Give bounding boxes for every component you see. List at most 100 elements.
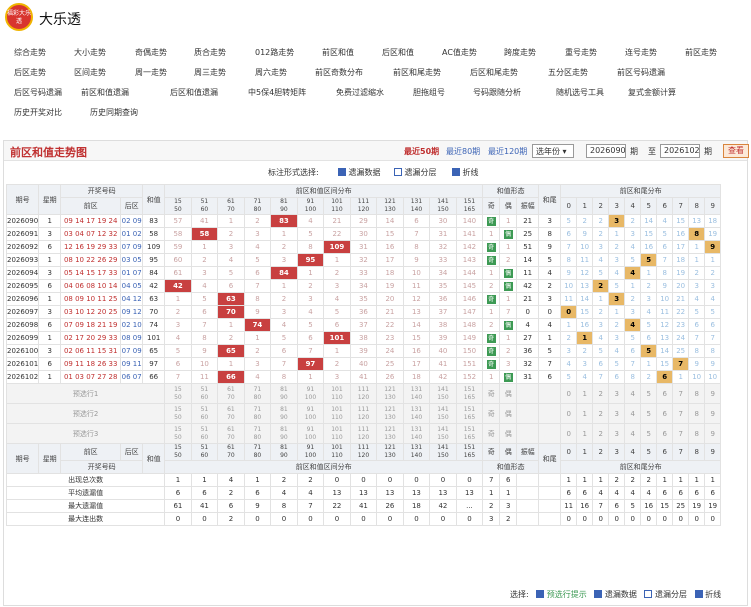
nav-link[interactable]: AC值走势 <box>442 47 477 58</box>
opt-omit-layer[interactable]: 遗漏分层 <box>394 167 437 178</box>
nav-link[interactable]: 012路走势 <box>255 47 294 58</box>
nav-link[interactable]: 后区号码遗漏 <box>14 87 62 98</box>
nav-link[interactable]: 连号走势 <box>625 47 657 58</box>
from-period-input[interactable]: 2026090 <box>586 144 626 158</box>
preselect-range[interactable]: 81 90 <box>270 383 298 404</box>
footer-opt[interactable]: 预选行提示 <box>536 589 587 599</box>
year-select[interactable]: 选年份 ▾ <box>532 144 574 158</box>
preselect-tail-digit[interactable]: 8 <box>688 383 706 404</box>
nav-link[interactable]: 中5保4胆转矩阵 <box>248 87 306 98</box>
preselect-range[interactable]: 61 70 <box>217 383 245 404</box>
preselect-range[interactable]: 111 120 <box>349 383 378 404</box>
preselect-range[interactable]: 121 130 <box>376 383 404 404</box>
preselect-tail-digit[interactable]: 8 <box>688 403 706 424</box>
preselect-even[interactable]: 偶 <box>499 423 518 444</box>
period-50-link[interactable]: 最近50期 <box>404 146 439 157</box>
preselect-tail-digit[interactable]: 6 <box>656 403 674 424</box>
preselect-range[interactable]: 15 50 <box>164 403 192 424</box>
preselect-range[interactable]: 111 120 <box>349 403 378 424</box>
nav-link[interactable]: 后区走势 <box>14 67 46 78</box>
preselect-range[interactable]: 151 165 <box>455 423 484 444</box>
opt-polyline[interactable]: 折线 <box>452 167 479 178</box>
nav-link[interactable]: 号码跟随分析 <box>473 87 521 98</box>
preselect-tail-digit[interactable]: 2 <box>592 423 610 444</box>
nav-link[interactable]: 五分区走势 <box>548 67 588 78</box>
preselect-tail-digit[interactable]: 3 <box>608 403 626 424</box>
preselect-range[interactable]: 81 90 <box>270 423 298 444</box>
preselect-range[interactable]: 91 100 <box>296 383 325 404</box>
preselect-range[interactable]: 141 150 <box>429 383 457 404</box>
preselect-even[interactable]: 偶 <box>499 403 518 424</box>
preselect-range[interactable]: 101 110 <box>323 403 351 424</box>
nav-link[interactable]: 免费过滤缩水 <box>336 87 384 98</box>
preselect-odd[interactable]: 奇 <box>482 403 501 424</box>
preselect-range[interactable]: 91 100 <box>296 423 325 444</box>
preselect-range[interactable]: 71 80 <box>243 423 272 444</box>
preselect-range[interactable]: 151 165 <box>455 403 484 424</box>
footer-opt[interactable]: 遗漏数据 <box>594 589 637 599</box>
preselect-range[interactable]: 141 150 <box>429 423 457 444</box>
nav-link[interactable]: 前区和值 <box>322 47 354 58</box>
preselect-range[interactable]: 71 80 <box>243 403 272 424</box>
preselect-range[interactable]: 131 140 <box>402 403 431 424</box>
preselect-tail-digit[interactable]: 6 <box>656 383 674 404</box>
preselect-tail-digit[interactable]: 6 <box>656 423 674 444</box>
nav-link[interactable]: 大小走势 <box>74 47 106 58</box>
preselect-tail-digit[interactable]: 1 <box>576 403 594 424</box>
checkbox-icon[interactable] <box>394 167 402 176</box>
nav-link[interactable]: 区间走势 <box>74 67 106 78</box>
nav-link[interactable]: 质合走势 <box>194 47 226 58</box>
preselect-range[interactable]: 121 130 <box>376 423 404 444</box>
preselect-range[interactable]: 61 70 <box>217 423 245 444</box>
preselect-odd[interactable]: 奇 <box>482 423 501 444</box>
nav-link[interactable]: 重号走势 <box>565 47 597 58</box>
nav-link[interactable]: 周三走势 <box>194 67 226 78</box>
preselect-range[interactable]: 15 50 <box>164 423 192 444</box>
checkbox-icon[interactable] <box>594 589 603 598</box>
preselect-range[interactable]: 101 110 <box>323 383 351 404</box>
period-120-link[interactable]: 最近120期 <box>488 146 527 157</box>
period-80-link[interactable]: 最近80期 <box>446 146 480 157</box>
period-header[interactable]: 期号 <box>5 184 40 215</box>
nav-link[interactable]: 前区奇数分布 <box>315 67 363 78</box>
nav-link[interactable]: 奇偶走势 <box>135 47 167 58</box>
preselect-odd[interactable]: 奇 <box>482 383 501 404</box>
preselect-tail-digit[interactable]: 4 <box>624 403 642 424</box>
preselect-tail-digit[interactable]: 9 <box>704 423 722 444</box>
preselect-tail-digit[interactable]: 5 <box>640 423 658 444</box>
preselect-tail-digit[interactable]: 4 <box>624 423 642 444</box>
preselect-range[interactable]: 15 50 <box>164 383 192 404</box>
preselect-tail-digit[interactable]: 3 <box>608 423 626 444</box>
preselect-tail-digit[interactable]: 5 <box>640 403 658 424</box>
nav-link[interactable]: 前区号码遗漏 <box>617 67 665 78</box>
preselect-even[interactable]: 偶 <box>499 383 518 404</box>
footer-opt[interactable]: 折线 <box>694 589 721 599</box>
preselect-range[interactable]: 71 80 <box>243 383 272 404</box>
preselect-range[interactable]: 81 90 <box>270 403 298 424</box>
preselect-tail-digit[interactable]: 1 <box>576 423 594 444</box>
checkbox-icon[interactable] <box>694 589 703 598</box>
preselect-tail-digit[interactable]: 7 <box>672 383 690 404</box>
footer-opt[interactable]: 遗漏分层 <box>644 589 687 599</box>
preselect-tail-digit[interactable]: 5 <box>640 383 658 404</box>
nav-link[interactable]: 后区和尾走势 <box>470 67 518 78</box>
preselect-range[interactable]: 51 60 <box>190 403 219 424</box>
preselect-tail-digit[interactable]: 7 <box>672 423 690 444</box>
nav-link[interactable]: 后区和值 <box>382 47 414 58</box>
preselect-range[interactable]: 141 150 <box>429 403 457 424</box>
preselect-range[interactable]: 91 100 <box>296 403 325 424</box>
preselect-tail-digit[interactable]: 4 <box>624 383 642 404</box>
preselect-range[interactable]: 51 60 <box>190 423 219 444</box>
preselect-range[interactable]: 61 70 <box>217 403 245 424</box>
nav-link[interactable]: 随机选号工具 <box>556 87 604 98</box>
checkbox-icon[interactable] <box>452 167 460 176</box>
preselect-tail-digit[interactable]: 0 <box>560 423 578 444</box>
checkbox-icon[interactable] <box>644 589 653 598</box>
nav-link[interactable]: 前区和尾走势 <box>393 67 441 78</box>
preselect-tail-digit[interactable]: 7 <box>672 403 690 424</box>
preselect-tail-digit[interactable]: 1 <box>576 383 594 404</box>
checkbox-icon[interactable] <box>536 589 545 598</box>
preselect-tail-digit[interactable]: 0 <box>560 403 578 424</box>
nav-link[interactable]: 周六走势 <box>255 67 287 78</box>
nav-link[interactable]: 综合走势 <box>14 47 46 58</box>
